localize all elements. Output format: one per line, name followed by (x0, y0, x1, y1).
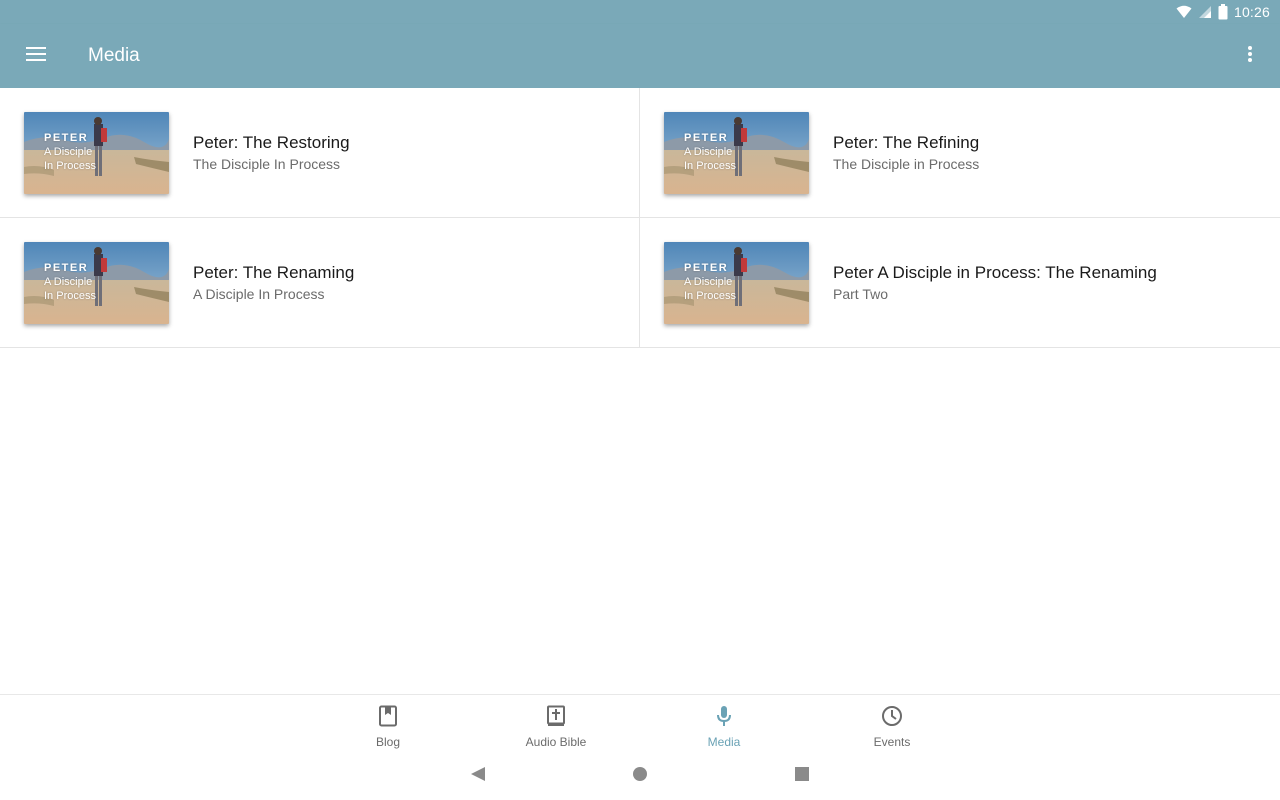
microphone-icon (714, 705, 734, 732)
nav-tab-label: Audio Bible (525, 735, 587, 749)
book-icon (378, 705, 398, 732)
wifi-icon (1176, 5, 1192, 19)
media-item-title: Peter: The Renaming (193, 262, 355, 282)
nav-tab-media[interactable]: Media (640, 695, 808, 753)
page-title: Media (88, 45, 140, 66)
media-thumbnail: PETER A Disciple In Process (24, 111, 169, 194)
nav-tab-label: Blog (375, 735, 401, 749)
media-item-title: Peter A Disciple in Process: The Renamin… (833, 262, 1157, 282)
thumbnail-line: In Process (684, 289, 736, 302)
status-bar: 10:26 (0, 0, 1280, 24)
media-item-subtitle: A Disciple In Process (193, 285, 325, 302)
menu-button[interactable] (0, 24, 72, 88)
media-item-subtitle: The Disciple In Process (193, 155, 341, 172)
nav-tab-label: Media (707, 735, 741, 749)
nav-tab-events[interactable]: Events (808, 695, 976, 753)
menu-icon (26, 46, 46, 67)
media-thumbnail: PETER A Disciple In Process (664, 111, 809, 194)
thumbnail-line: A Disciple (684, 275, 733, 288)
media-item[interactable]: PETER A Disciple In Process Peter: The R… (0, 218, 640, 348)
system-navigation-bar (0, 752, 1280, 800)
nav-tab-audio-bible[interactable]: Audio Bible (472, 695, 640, 753)
media-item-title: Peter: The Restoring (193, 132, 350, 152)
overflow-menu-button[interactable] (1220, 24, 1280, 88)
thumbnail-caption: PETER A Disciple In Process (684, 261, 736, 303)
recents-icon (794, 766, 810, 787)
thumbnail-caption: PETER A Disciple In Process (684, 131, 736, 173)
bible-icon (546, 705, 566, 732)
thumbnail-line: In Process (684, 159, 736, 172)
media-item-text: Peter A Disciple in Process: The Renamin… (833, 262, 1157, 304)
thumbnail-line: PETER (684, 131, 729, 144)
thumbnail-line: PETER (684, 261, 729, 274)
media-item-text: Peter: The Refining The Disciple in Proc… (833, 132, 979, 174)
app-bar: Media (0, 24, 1280, 88)
recents-button[interactable] (721, 752, 883, 800)
thumbnail-line: A Disciple (684, 145, 733, 158)
more-vert-icon (1248, 45, 1252, 67)
thumbnail-caption: PETER A Disciple In Process (44, 261, 96, 303)
thumbnail-caption: PETER A Disciple In Process (44, 131, 96, 173)
back-button[interactable] (397, 752, 559, 800)
thumbnail-line: PETER (44, 261, 89, 274)
media-item[interactable]: PETER A Disciple In Process Peter: The R… (640, 88, 1280, 218)
signal-icon (1198, 5, 1212, 19)
media-item[interactable]: PETER A Disciple In Process Peter: The R… (0, 88, 640, 218)
media-item-text: Peter: The Restoring The Disciple In Pro… (193, 132, 350, 174)
battery-icon (1218, 4, 1228, 20)
thumbnail-line: In Process (44, 289, 96, 302)
media-item-text: Peter: The Renaming A Disciple In Proces… (193, 262, 354, 304)
thumbnail-line: A Disciple (44, 275, 93, 288)
media-item[interactable]: PETER A Disciple In Process Peter A Disc… (640, 218, 1280, 348)
back-icon (470, 766, 486, 787)
nav-tab-blog[interactable]: Blog (304, 695, 472, 753)
media-item-subtitle: Part Two (833, 285, 888, 302)
media-thumbnail: PETER A Disciple In Process (24, 241, 169, 324)
thumbnail-line: In Process (44, 159, 96, 172)
nav-tab-label: Events (873, 735, 911, 749)
thumbnail-line: A Disciple (44, 145, 93, 158)
clock-icon (881, 705, 903, 732)
media-thumbnail: PETER A Disciple In Process (664, 241, 809, 324)
home-button[interactable] (559, 752, 721, 800)
media-list: PETER A Disciple In Process Peter: The R… (0, 88, 1280, 348)
status-time: 10:26 (1233, 4, 1270, 20)
media-item-subtitle: The Disciple in Process (833, 155, 980, 172)
home-icon (632, 766, 648, 787)
bottom-navigation: Blog Audio Bible Media Events (0, 694, 1280, 752)
thumbnail-line: PETER (44, 131, 89, 144)
media-item-title: Peter: The Refining (833, 132, 980, 152)
